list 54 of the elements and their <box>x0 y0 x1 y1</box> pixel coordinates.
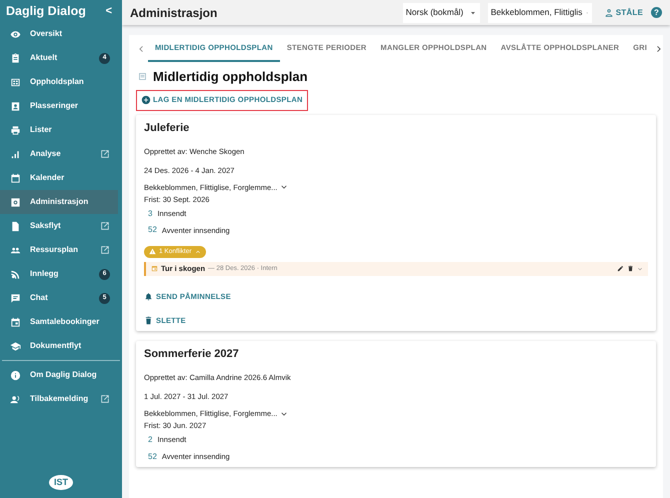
sidebar-item[interactable]: Kalender <box>0 166 118 190</box>
printer-icon <box>10 124 21 136</box>
graduation-cap-icon <box>10 340 21 352</box>
logo-icon: IST <box>48 474 73 490</box>
page-heading: Administrasjon <box>130 4 218 22</box>
plan-title: Sommerferie 2027 <box>144 348 240 362</box>
rss-icon <box>10 268 21 280</box>
sidebar-item[interactable]: Tilbakemelding <box>0 387 118 411</box>
sidebar-item[interactable]: Oppholdsplan <box>0 70 118 94</box>
calendar-list-icon <box>10 76 21 88</box>
dropdown[interactable]: Norsk (bokmål) <box>402 2 480 22</box>
chevron-right-icon <box>654 44 663 54</box>
person-badge-icon <box>10 100 21 112</box>
sidebar-item[interactable]: Dokumentflyt <box>0 334 118 358</box>
event-icon <box>151 265 158 272</box>
plan-title: Juleferie <box>144 122 190 135</box>
bar-chart-icon <box>10 148 21 160</box>
count-text: 52 <box>148 225 157 235</box>
sidebar-item[interactable]: Plasseringer <box>0 94 118 118</box>
sidebar-item[interactable]: Saksflyt <box>0 214 118 238</box>
chevron-down-icon <box>280 183 288 192</box>
dropdown[interactable]: Bekkeblommen, Flittiglis <box>488 2 592 22</box>
count-text: 3 <box>148 208 152 218</box>
document-icon <box>10 220 21 232</box>
chat-icon <box>10 292 21 304</box>
event-icon <box>10 316 21 328</box>
person-speaking-icon <box>10 394 21 404</box>
calendar-icon <box>10 172 21 184</box>
eye-icon <box>10 28 21 40</box>
chevron-up-icon <box>194 248 201 255</box>
app-title: Daglig Dialog <box>6 2 86 20</box>
sidebar-item[interactable]: Administrasjon <box>0 190 118 214</box>
chevron-down-icon <box>637 266 643 272</box>
clipboard-icon <box>10 52 21 64</box>
info-icon <box>10 370 21 380</box>
trash-icon <box>144 316 153 325</box>
bell-icon <box>144 292 153 301</box>
help-button[interactable]: ? <box>651 7 662 18</box>
section-title: Midlertidig oppholdsplan <box>153 68 308 86</box>
list-icon <box>138 72 147 82</box>
person-icon <box>604 8 614 18</box>
warning-icon <box>149 248 156 256</box>
count-text: 52 <box>148 452 157 462</box>
count-text: 2 <box>148 435 152 445</box>
user-button[interactable]: STÅLE <box>604 6 643 18</box>
collapse-button[interactable]: < <box>106 6 112 16</box>
sidebar-item[interactable]: Ressursplan <box>0 238 118 262</box>
sidebar-item[interactable]: Samtalebookinger <box>0 310 118 334</box>
sidebar-item[interactable]: Om Daglig Dialog <box>0 363 118 387</box>
pencil-icon <box>617 265 624 272</box>
sidebar-item[interactable]: Analyse <box>0 142 118 166</box>
sidebar-item[interactable]: Lister <box>0 118 118 142</box>
trash-icon <box>627 265 634 272</box>
sidebar-item[interactable]: Oversikt <box>0 22 118 46</box>
